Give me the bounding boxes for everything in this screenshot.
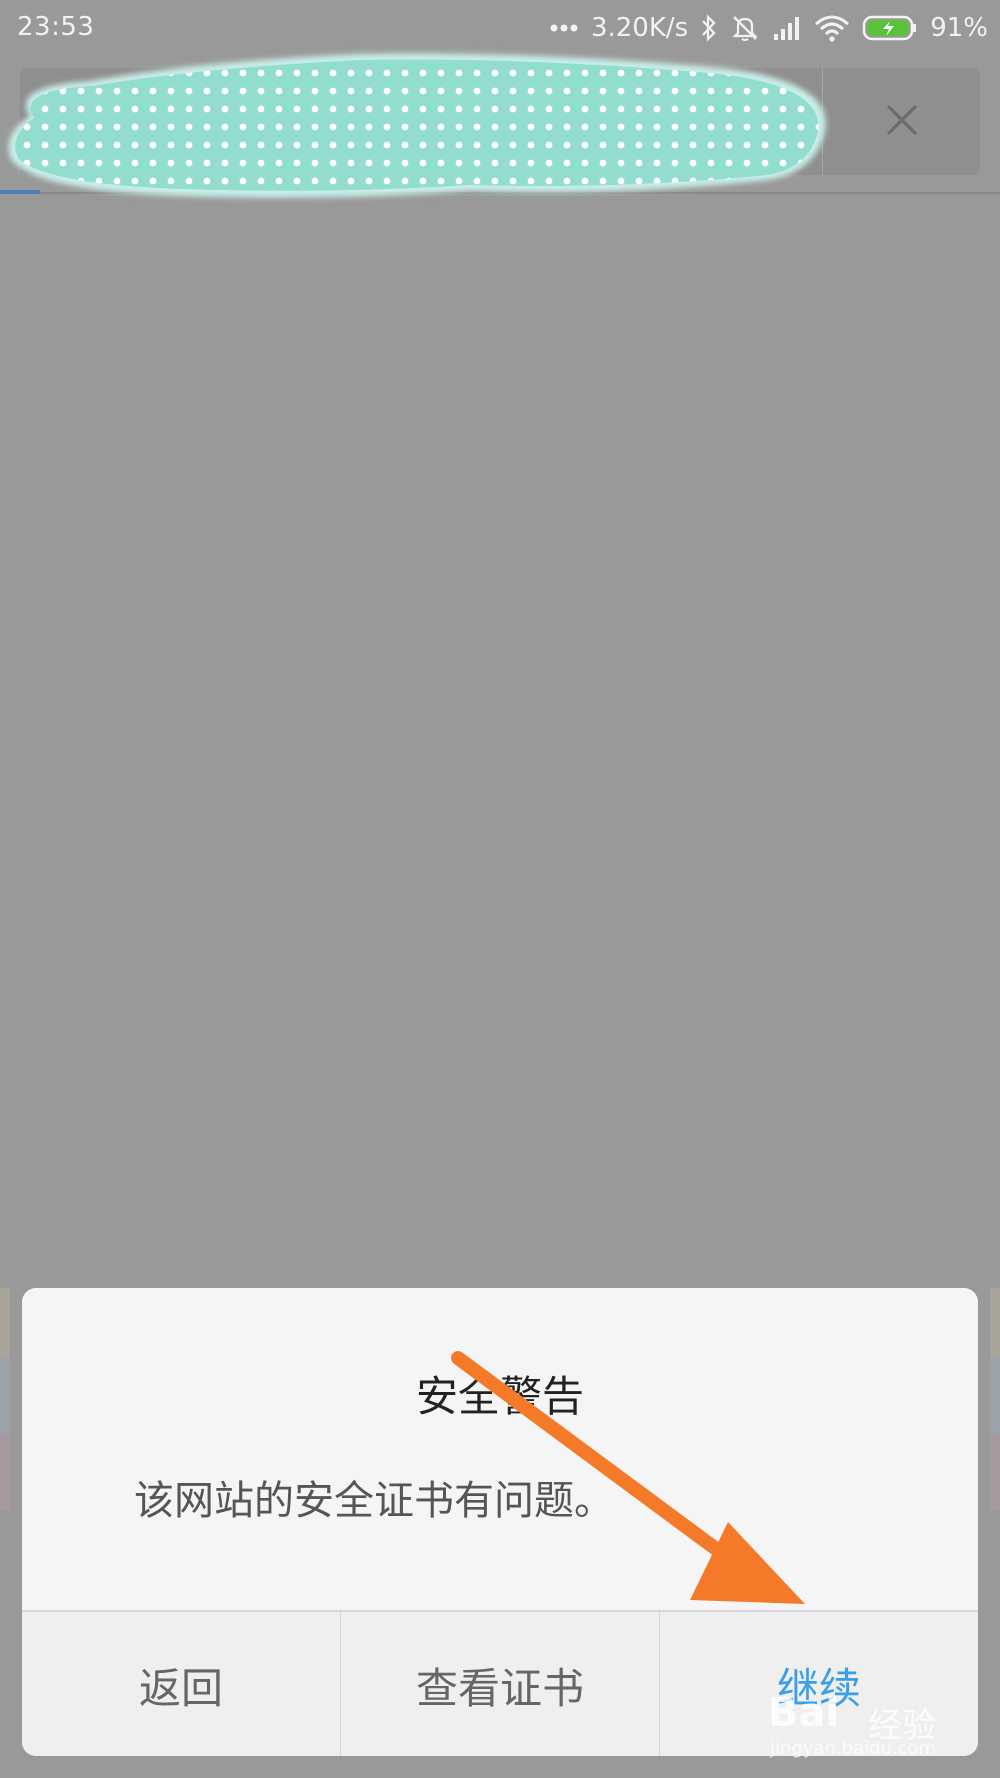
mute-icon bbox=[730, 13, 760, 43]
toolbar-divider bbox=[0, 192, 1000, 194]
more-dots-icon bbox=[549, 23, 579, 33]
battery-percent: 91% bbox=[930, 13, 988, 43]
battery-charging-icon bbox=[862, 14, 918, 42]
status-indicators: 3.20K/s 91% bbox=[549, 10, 988, 46]
bluetooth-icon bbox=[700, 14, 718, 42]
background-strip bbox=[990, 1434, 1000, 1510]
background-strip bbox=[0, 1434, 10, 1510]
page-load-progress bbox=[0, 190, 40, 194]
close-icon bbox=[885, 103, 919, 141]
security-warning-dialog: 安全警告 该网站的安全证书有问题。 返回 查看证书 继续 bbox=[22, 1288, 978, 1756]
signal-icon bbox=[772, 14, 802, 42]
network-speed: 3.20K/s bbox=[590, 13, 689, 43]
status-time: 23:53 bbox=[17, 12, 95, 42]
status-bar: 23:53 3.20K/s 91% bbox=[0, 0, 1000, 56]
dialog-button-row: 返回 查看证书 继续 bbox=[22, 1610, 978, 1756]
background-strip bbox=[990, 1358, 1000, 1434]
continue-button[interactable]: 继续 bbox=[660, 1612, 978, 1756]
dialog-title: 安全警告 bbox=[415, 1372, 584, 1421]
view-certificate-button[interactable]: 查看证书 bbox=[341, 1612, 660, 1756]
close-tab-button[interactable] bbox=[823, 68, 980, 175]
background-strip bbox=[0, 1288, 10, 1358]
address-bar bbox=[20, 68, 980, 175]
back-button[interactable]: 返回 bbox=[22, 1612, 341, 1756]
background-strip bbox=[0, 1358, 10, 1434]
dialog-message: 该网站的安全证书有问题。 bbox=[134, 1478, 614, 1524]
background-strip bbox=[990, 1288, 1000, 1358]
wifi-icon bbox=[814, 14, 850, 42]
url-field[interactable] bbox=[20, 68, 823, 175]
